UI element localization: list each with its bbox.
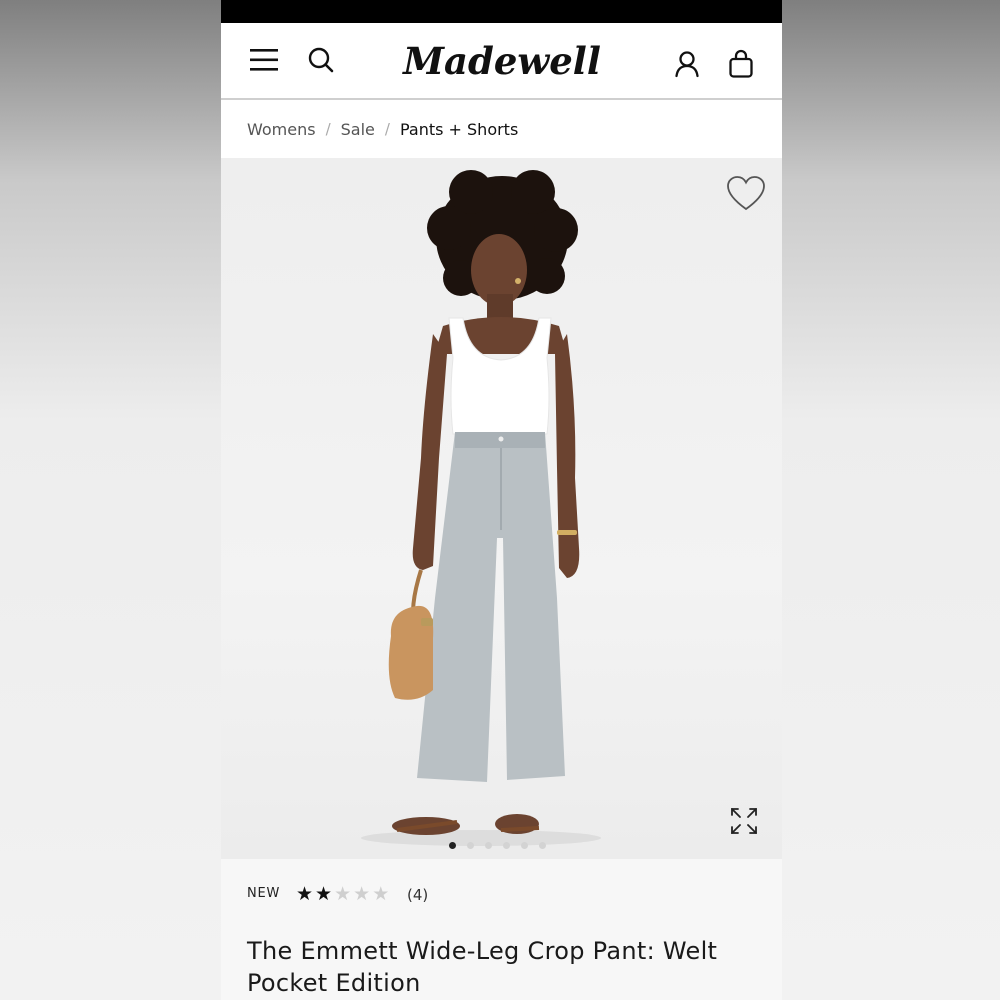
site-header: Madewell (221, 23, 782, 100)
brand-logo[interactable]: Madewell (403, 37, 601, 85)
star-filled-icon: ★ (315, 883, 333, 905)
gallery-dot[interactable] (467, 842, 474, 849)
menu-icon[interactable] (245, 43, 283, 77)
rating-stars[interactable]: ★ ★ ★ ★ ★ (296, 883, 389, 905)
review-count[interactable]: (4) (407, 886, 428, 904)
new-badge: NEW (247, 886, 281, 901)
breadcrumb-separator: / (384, 120, 390, 138)
breadcrumb-separator: / (325, 120, 331, 138)
gallery-dot[interactable] (449, 842, 456, 849)
product-photo (361, 170, 601, 846)
expand-image-icon[interactable] (729, 806, 759, 836)
search-icon[interactable] (303, 43, 339, 77)
account-icon[interactable] (669, 47, 705, 81)
breadcrumb: Womens / Sale / Pants + Shorts (221, 100, 782, 158)
product-image-gallery[interactable] (221, 158, 782, 859)
status-bar (221, 0, 782, 23)
shopping-bag-icon[interactable] (723, 47, 759, 81)
favorite-heart-icon[interactable] (726, 175, 766, 213)
breadcrumb-sale[interactable]: Sale (341, 120, 375, 139)
product-title: The Emmett Wide-Leg Crop Pant: Welt Pock… (247, 937, 718, 997)
gallery-dot[interactable] (485, 842, 492, 849)
gallery-dot[interactable] (521, 842, 528, 849)
breadcrumb-pants-shorts[interactable]: Pants + Shorts (400, 120, 518, 139)
star-empty-icon: ★ (353, 883, 371, 905)
star-empty-icon: ★ (334, 883, 352, 905)
star-empty-icon: ★ (372, 883, 390, 905)
gallery-pagination (449, 842, 546, 849)
star-filled-icon: ★ (296, 883, 314, 905)
product-info: NEW ★ ★ ★ ★ ★ (4) The Emmett Wide-Leg Crop P… (221, 859, 782, 1000)
breadcrumb-womens[interactable]: Womens (247, 120, 316, 139)
gallery-dot[interactable] (503, 842, 510, 849)
phone-screen: Madewell Womens / Sale / Pants + Shorts (221, 0, 782, 1000)
gallery-dot[interactable] (539, 842, 546, 849)
